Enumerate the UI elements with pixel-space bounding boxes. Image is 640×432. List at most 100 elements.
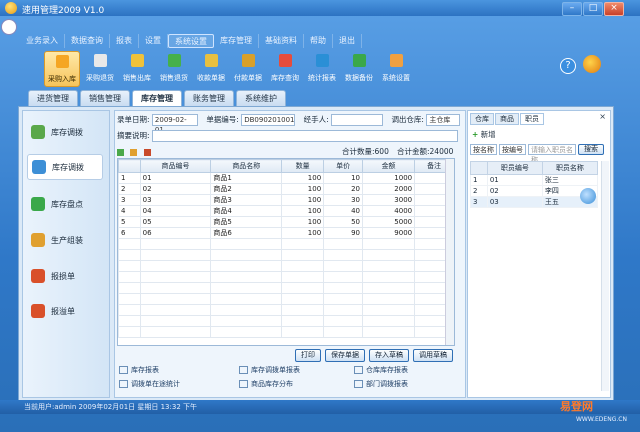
table-scrollbar[interactable] xyxy=(445,159,454,345)
table-cell[interactable]: 商品5 xyxy=(210,216,283,228)
table-cell[interactable]: 5 xyxy=(118,216,141,228)
add-row-icon[interactable] xyxy=(117,148,124,156)
nav-item-overflow[interactable]: 报溢单 xyxy=(27,298,103,324)
close-icon[interactable]: × xyxy=(599,112,606,121)
table-row[interactable]: 3 03 商品3 100 30 3000 xyxy=(118,194,454,206)
menu-item[interactable]: 报表 xyxy=(110,34,139,48)
nav-item-stocktake[interactable]: 库存盘点 xyxy=(27,191,103,217)
menu-item[interactable]: 库存管理 xyxy=(214,34,259,48)
table-cell[interactable]: 100 xyxy=(281,172,325,184)
column-header[interactable]: 数量 xyxy=(281,159,325,173)
toolbar-button[interactable]: 采购入库 xyxy=(44,51,80,87)
search-button[interactable]: 搜索 xyxy=(578,144,604,155)
table-cell[interactable]: 2 xyxy=(118,183,141,195)
refresh-icon[interactable] xyxy=(583,55,601,73)
table-cell[interactable]: 100 xyxy=(281,216,325,228)
quick-link[interactable]: 商品库存分布 xyxy=(239,379,293,389)
menu-item[interactable]: 设置 xyxy=(139,34,168,48)
staff-row[interactable]: 2 02 李四 xyxy=(470,185,599,197)
table-cell[interactable]: 90 xyxy=(323,227,363,239)
table-row[interactable]: 1 01 商品1 100 10 1000 xyxy=(118,172,454,184)
table-cell[interactable]: 02 xyxy=(139,183,212,195)
toolbar-button[interactable]: 销售出库 xyxy=(120,51,154,85)
table-cell[interactable]: 商品2 xyxy=(210,183,283,195)
store-field[interactable]: 主仓库 xyxy=(426,114,461,126)
menu-item[interactable]: 系统设置 xyxy=(168,34,214,48)
table-cell[interactable]: 1 xyxy=(118,172,141,184)
quick-link[interactable]: 仓库库存报表 xyxy=(354,365,408,375)
tab-accounts[interactable]: 账务管理 xyxy=(184,90,234,106)
toolbar-button[interactable]: 库存查询 xyxy=(268,51,302,85)
nav-item-assembly[interactable]: 生产组装 xyxy=(27,227,103,253)
table-cell[interactable]: 06 xyxy=(139,227,212,239)
quick-link[interactable]: 库存调拨单报表 xyxy=(239,365,300,375)
memo-field[interactable] xyxy=(151,130,458,142)
table-cell[interactable]: 商品4 xyxy=(210,205,283,217)
staff-cell[interactable]: 张三 xyxy=(541,174,599,186)
toolbar-button[interactable]: 销售退货 xyxy=(157,51,191,85)
toolbar-button[interactable]: 统计报表 xyxy=(305,51,339,85)
table-cell[interactable]: 9000 xyxy=(361,227,416,239)
help-icon[interactable]: ? xyxy=(560,58,576,74)
quick-link[interactable]: 库存报表 xyxy=(119,365,159,375)
table-cell[interactable]: 50 xyxy=(323,216,363,228)
table-cell[interactable]: 3 xyxy=(118,194,141,206)
table-cell[interactable]: 商品1 xyxy=(210,172,283,184)
table-cell[interactable]: 30 xyxy=(323,194,363,206)
tab-goods[interactable]: 商品 xyxy=(495,113,519,125)
menu-item[interactable]: 基础资料 xyxy=(259,34,304,48)
toolbar-button[interactable]: 数据备份 xyxy=(342,51,376,85)
table-cell[interactable]: 05 xyxy=(139,216,212,228)
delete-row-icon[interactable] xyxy=(130,148,138,156)
close-button[interactable]: × xyxy=(604,2,624,16)
maximize-button[interactable]: □ xyxy=(583,2,603,16)
table-cell[interactable]: 20 xyxy=(323,183,363,195)
table-cell[interactable]: 10 xyxy=(323,172,363,184)
staff-cell[interactable]: 03 xyxy=(486,196,543,208)
staff-cell[interactable]: 2 xyxy=(470,185,488,197)
toolbar-button[interactable]: 系统设置 xyxy=(379,51,413,85)
tab-staff[interactable]: 职员 xyxy=(520,113,544,125)
table-cell[interactable]: 5000 xyxy=(361,216,416,228)
table-row[interactable]: 5 05 商品5 100 50 5000 xyxy=(118,216,454,228)
nav-item-loss[interactable]: 报损单 xyxy=(27,263,103,289)
handler-field[interactable] xyxy=(331,114,384,126)
staff-row[interactable]: 3 03 王五 xyxy=(470,196,599,208)
table-cell[interactable]: 40 xyxy=(323,205,363,217)
table-cell[interactable]: 4 xyxy=(118,205,141,217)
user-icon[interactable] xyxy=(143,148,151,156)
table-cell[interactable]: 3000 xyxy=(361,194,416,206)
table-row[interactable]: 4 04 商品4 100 40 4000 xyxy=(118,205,454,217)
table-cell[interactable]: 2000 xyxy=(361,183,416,195)
search-by-code[interactable]: 按编号 xyxy=(499,144,526,155)
add-staff[interactable]: + 新增 xyxy=(472,129,496,140)
table-cell[interactable]: 商品3 xyxy=(210,194,283,206)
tab-warehouse[interactable]: 仓库 xyxy=(470,113,494,125)
table-row[interactable]: 6 06 商品6 100 90 9000 xyxy=(118,227,454,239)
table-cell[interactable]: 100 xyxy=(281,205,325,217)
menu-item[interactable]: 业务录入 xyxy=(20,34,65,48)
table-cell[interactable]: 100 xyxy=(281,227,325,239)
table-cell[interactable]: 100 xyxy=(281,194,325,206)
quick-link[interactable]: 调拨单在途统计 xyxy=(119,379,180,389)
staff-cell[interactable]: 1 xyxy=(470,174,488,186)
save-button[interactable]: 保存单据 xyxy=(325,349,365,362)
menu-item[interactable]: 数据查询 xyxy=(65,34,110,48)
doc-number-field[interactable]: DB090201001 xyxy=(241,114,296,126)
search-input[interactable]: 请输入职员名称 xyxy=(528,144,576,164)
save-draft-button[interactable]: 存入草稿 xyxy=(369,349,409,362)
menu-item[interactable]: 帮助 xyxy=(304,34,333,48)
column-header[interactable]: 金额 xyxy=(361,159,416,173)
nav-item-transfer-active[interactable]: 库存调拨 xyxy=(27,154,103,180)
staff-cell[interactable]: 02 xyxy=(486,185,543,197)
column-header[interactable]: 商品编号 xyxy=(139,159,212,173)
toolbar-button[interactable]: 付款单据 xyxy=(231,51,265,85)
table-cell[interactable]: 1000 xyxy=(361,172,416,184)
load-draft-button[interactable]: 调用草稿 xyxy=(413,349,453,362)
staff-scrollbar[interactable] xyxy=(601,161,609,391)
table-cell[interactable]: 100 xyxy=(281,183,325,195)
table-cell[interactable]: 01 xyxy=(139,172,212,184)
tab-system[interactable]: 系统维护 xyxy=(236,90,286,106)
table-row[interactable]: 2 02 商品2 100 20 2000 xyxy=(118,183,454,195)
table-cell[interactable]: 03 xyxy=(139,194,212,206)
